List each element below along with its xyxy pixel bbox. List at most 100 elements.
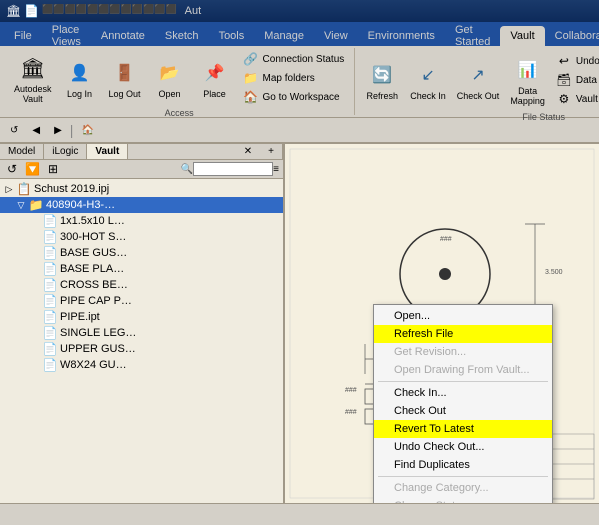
tree-item-basegus[interactable]: 📄 BASE GUS… bbox=[0, 245, 283, 261]
file-status-group-label: File Status bbox=[522, 110, 565, 122]
connection-icon: 🔗 bbox=[243, 51, 259, 67]
tab-environments[interactable]: Environments bbox=[358, 26, 445, 46]
title-text: Aut bbox=[185, 5, 202, 17]
check-out-button[interactable]: ↗ Check Out bbox=[453, 57, 504, 103]
ctx-change-category: Change Category... bbox=[374, 479, 552, 497]
map-folders-button[interactable]: 📁 Map folders bbox=[239, 69, 349, 87]
tab-place-views[interactable]: Place Views bbox=[42, 26, 91, 46]
log-in-button[interactable]: 👤 Log In bbox=[59, 55, 101, 101]
tab-vault[interactable]: Vault bbox=[500, 26, 544, 46]
tab-annotate[interactable]: Annotate bbox=[91, 26, 155, 46]
file-icon-10: 📄 bbox=[42, 358, 58, 372]
tree-item-408904[interactable]: ▽ 📁 408904-H3-… bbox=[0, 197, 283, 213]
panel-tab-plus[interactable]: + bbox=[260, 144, 283, 159]
data-mapping-label: DataMapping bbox=[510, 86, 545, 106]
map-folders-icon: 📁 bbox=[243, 70, 259, 86]
quick-access-icons: ⬛⬛⬛⬛⬛⬛⬛⬛⬛⬛⬛⬛ bbox=[42, 4, 176, 18]
status-bar bbox=[0, 503, 599, 525]
data-mapping-button[interactable]: 📊 DataMapping bbox=[506, 52, 549, 108]
undo-icon: ↩ bbox=[556, 53, 572, 69]
menu-icon[interactable]: ≡ bbox=[273, 164, 279, 175]
tree-item-pipecap[interactable]: 📄 PIPE CAP P… bbox=[0, 293, 283, 309]
check-in-button[interactable]: ↙ Check In bbox=[406, 57, 450, 103]
tree-item-1x1[interactable]: 📄 1x1.5x10 L… bbox=[0, 213, 283, 229]
search-input[interactable] bbox=[193, 162, 273, 176]
folder-label: 408904-H3-… bbox=[46, 199, 115, 211]
tree-item-300hot[interactable]: 📄 300-HOT S… bbox=[0, 229, 283, 245]
panel-search: 🔍 ≡ bbox=[181, 162, 279, 176]
vault-label: AutodeskVault bbox=[14, 84, 52, 104]
file-icon-4: 📄 bbox=[42, 262, 58, 276]
toolbar-forward[interactable]: ▶ bbox=[48, 124, 68, 137]
tab-manage[interactable]: Manage bbox=[254, 26, 314, 46]
refresh-button[interactable]: 🔄 Refresh bbox=[361, 57, 403, 103]
data-cards-label: Data Cards bbox=[576, 75, 599, 86]
toolbar-separator: | bbox=[70, 122, 74, 138]
open-button[interactable]: 📂 Open bbox=[149, 55, 191, 101]
file-status-small-buttons: ↩ Undo Check Out... 🗃 Data Cards ⚙ Vault… bbox=[552, 52, 599, 108]
ctx-open-drawing: Open Drawing From Vault... bbox=[374, 361, 552, 379]
file-label-3: BASE GUS… bbox=[60, 247, 127, 259]
ctx-revert-to-latest[interactable]: Revert To Latest bbox=[374, 420, 552, 438]
tab-view[interactable]: View bbox=[314, 26, 358, 46]
main-area: Model iLogic Vault ✕ + ↺ 🔽 ⊞ 🔍 ≡ ▷ 📋 Sch… bbox=[0, 144, 599, 503]
folder-icon: 📁 bbox=[28, 198, 44, 212]
tree-view: ▷ 📋 Schust 2019.ipj ▽ 📁 408904-H3-… 📄 1x… bbox=[0, 179, 283, 503]
ctx-find-duplicates[interactable]: Find Duplicates bbox=[374, 456, 552, 474]
separator-2 bbox=[378, 476, 548, 477]
vault-options-button[interactable]: ⚙ Vault Options bbox=[552, 90, 599, 108]
file-icon-5: 📄 bbox=[42, 278, 58, 292]
file-label-2: 300-HOT S… bbox=[60, 231, 126, 243]
sync-icon[interactable]: ↺ bbox=[4, 161, 20, 177]
tab-get-started[interactable]: Get Started bbox=[445, 26, 500, 46]
vault-options-icon: ⚙ bbox=[556, 91, 572, 107]
expand-icon[interactable]: ⊞ bbox=[45, 161, 61, 177]
place-button[interactable]: 📌 Place bbox=[194, 55, 236, 101]
toolbar-back[interactable]: ◀ bbox=[26, 124, 46, 137]
svg-text:3.500: 3.500 bbox=[545, 269, 563, 276]
data-cards-button[interactable]: 🗃 Data Cards bbox=[552, 71, 599, 89]
toolbar-home[interactable]: 🏠 bbox=[75, 124, 99, 137]
tab-collaborate[interactable]: Collaborate bbox=[545, 26, 599, 46]
svg-text:###: ### bbox=[345, 387, 357, 394]
left-panel: Model iLogic Vault ✕ + ↺ 🔽 ⊞ 🔍 ≡ ▷ 📋 Sch… bbox=[0, 144, 285, 503]
ctx-check-in[interactable]: Check In... bbox=[374, 384, 552, 402]
tree-item-crossbe[interactable]: 📄 CROSS BE… bbox=[0, 277, 283, 293]
ctx-undo-check-out[interactable]: Undo Check Out... bbox=[374, 438, 552, 456]
svg-text:###: ### bbox=[440, 236, 452, 243]
panel-tab-ilogic[interactable]: iLogic bbox=[44, 144, 87, 159]
panel-tab-model[interactable]: Model bbox=[0, 144, 44, 159]
tab-tools[interactable]: Tools bbox=[209, 26, 255, 46]
access-group-label: Access bbox=[165, 106, 194, 118]
svg-text:###: ### bbox=[345, 409, 357, 416]
ctx-check-out[interactable]: Check Out bbox=[374, 402, 552, 420]
tree-item-basepla[interactable]: 📄 BASE PLA… bbox=[0, 261, 283, 277]
toolbar-area: ↺ ◀ ▶ | 🏠 bbox=[0, 118, 599, 144]
tree-item-uppergus[interactable]: 📄 UPPER GUS… bbox=[0, 341, 283, 357]
log-out-button[interactable]: 🚪 Log Out bbox=[104, 55, 146, 101]
ctx-change-state: Change State... bbox=[374, 497, 552, 503]
undo-check-out-button[interactable]: ↩ Undo Check Out... bbox=[552, 52, 599, 70]
open-label: Open bbox=[159, 89, 181, 99]
tree-item-singleleg[interactable]: 📄 SINGLE LEG… bbox=[0, 325, 283, 341]
tree-item-pipe[interactable]: 📄 PIPE.ipt bbox=[0, 309, 283, 325]
vault-options-label: Vault Options bbox=[576, 94, 599, 105]
tab-file[interactable]: File bbox=[4, 26, 42, 46]
file-label-9: UPPER GUS… bbox=[60, 343, 136, 355]
title-bar: 🏛 📄 ⬛⬛⬛⬛⬛⬛⬛⬛⬛⬛⬛⬛ Aut bbox=[0, 0, 599, 22]
filter-icon[interactable]: 🔽 bbox=[22, 161, 43, 177]
access-small-buttons: 🔗 Connection Status 📁 Map folders 🏠 Go t… bbox=[239, 50, 349, 106]
log-out-icon: 🚪 bbox=[109, 57, 141, 89]
panel-tabs: Model iLogic Vault ✕ + bbox=[0, 144, 283, 160]
panel-tab-vault[interactable]: Vault bbox=[87, 144, 128, 159]
go-to-workspace-button[interactable]: 🏠 Go to Workspace bbox=[239, 88, 349, 106]
tab-sketch[interactable]: Sketch bbox=[155, 26, 209, 46]
ctx-refresh-file[interactable]: Refresh File bbox=[374, 325, 552, 343]
connection-status-button[interactable]: 🔗 Connection Status bbox=[239, 50, 349, 68]
ctx-open[interactable]: Open... bbox=[374, 307, 552, 325]
tree-item-w8x24[interactable]: 📄 W8X24 GU… bbox=[0, 357, 283, 373]
autodesk-vault-button[interactable]: 🏛 AutodeskVault bbox=[10, 50, 56, 106]
panel-tab-add[interactable]: ✕ bbox=[238, 144, 258, 159]
tree-item-project[interactable]: ▷ 📋 Schust 2019.ipj bbox=[0, 181, 283, 197]
toolbar-refresh[interactable]: ↺ bbox=[4, 124, 24, 137]
